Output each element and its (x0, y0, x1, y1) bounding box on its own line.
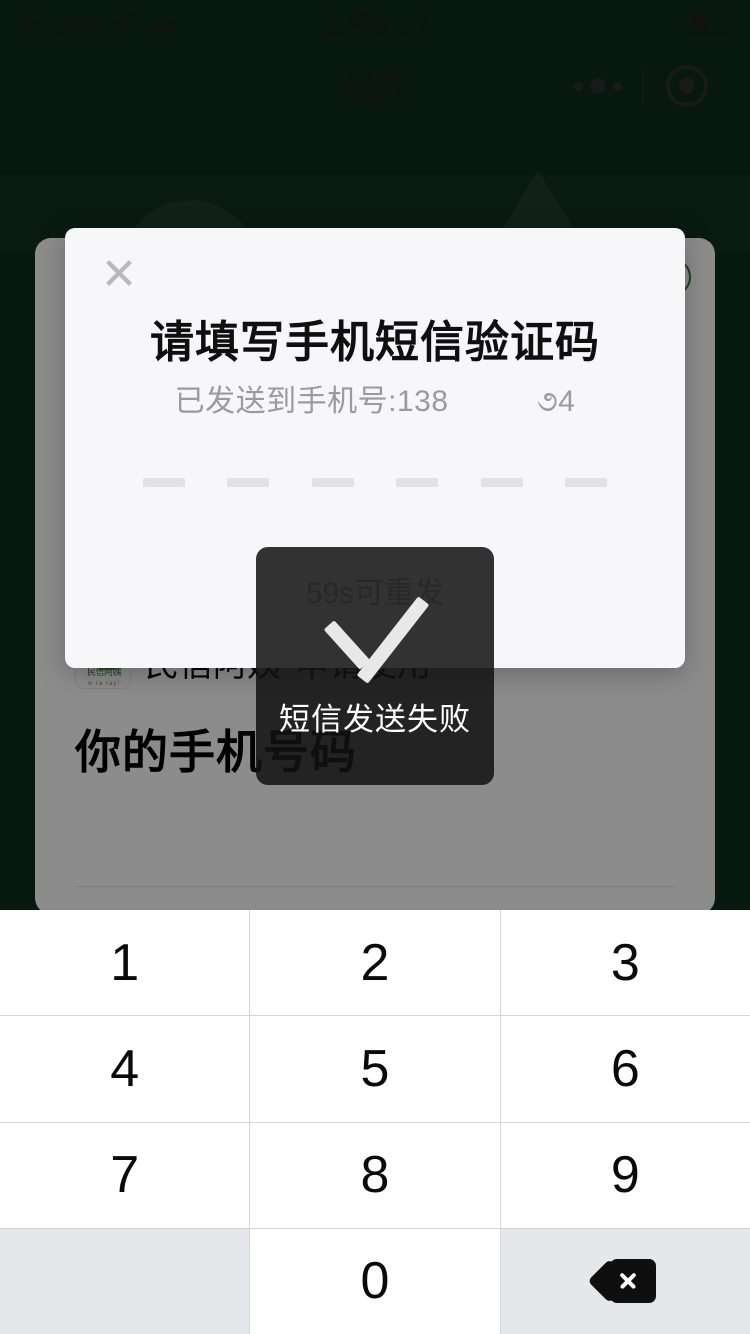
backspace-icon (587, 1259, 657, 1304)
close-icon[interactable]: ✕ (95, 252, 143, 300)
key-7[interactable]: 7 (0, 1122, 250, 1228)
key-4[interactable]: 4 (0, 1016, 250, 1122)
key-2[interactable]: 2 (250, 910, 500, 1016)
key-blank (0, 1228, 250, 1334)
target-circle-icon[interactable] (644, 65, 730, 107)
key-0[interactable]: 0 (250, 1228, 500, 1334)
key-1[interactable]: 1 (0, 910, 250, 1016)
verification-code-input[interactable] (143, 478, 607, 487)
key-3[interactable]: 3 (500, 910, 750, 1016)
key-5[interactable]: 5 (250, 1016, 500, 1122)
status-bar: 无 SIM 卡 上午9:17 (0, 0, 750, 44)
status-bar-time: 上午9:17 (320, 9, 430, 40)
key-backspace[interactable] (500, 1228, 750, 1334)
battery-icon (686, 10, 736, 34)
nav-bar: 我的 (0, 44, 750, 128)
app-screen: i 民信阿姨 w ra ray! 民信阿姨 申请使用 你的手机号码 13802 … (0, 0, 750, 1334)
toast-text: 短信发送失败 (279, 701, 471, 737)
ellipsis-icon[interactable] (554, 78, 642, 94)
code-cell[interactable] (227, 478, 270, 487)
code-cell[interactable] (311, 478, 354, 487)
key-6[interactable]: 6 (500, 1016, 750, 1122)
numeric-keypad[interactable]: 1 2 3 4 5 6 7 8 9 0 (0, 910, 750, 1334)
code-cell[interactable] (396, 478, 439, 487)
code-cell[interactable] (480, 478, 523, 487)
key-9[interactable]: 9 (500, 1122, 750, 1228)
check-icon (316, 598, 434, 672)
modal-title: 请填写手机短信验证码 (150, 318, 600, 367)
code-cell[interactable] (143, 478, 185, 487)
toast-message: 短信发送失败 (256, 547, 494, 785)
modal-subtitle: 已发送到手机号:138 ૭4 (174, 385, 576, 418)
key-8[interactable]: 8 (250, 1122, 500, 1228)
code-cell[interactable] (564, 478, 607, 487)
miniprogram-capsule (554, 54, 730, 118)
